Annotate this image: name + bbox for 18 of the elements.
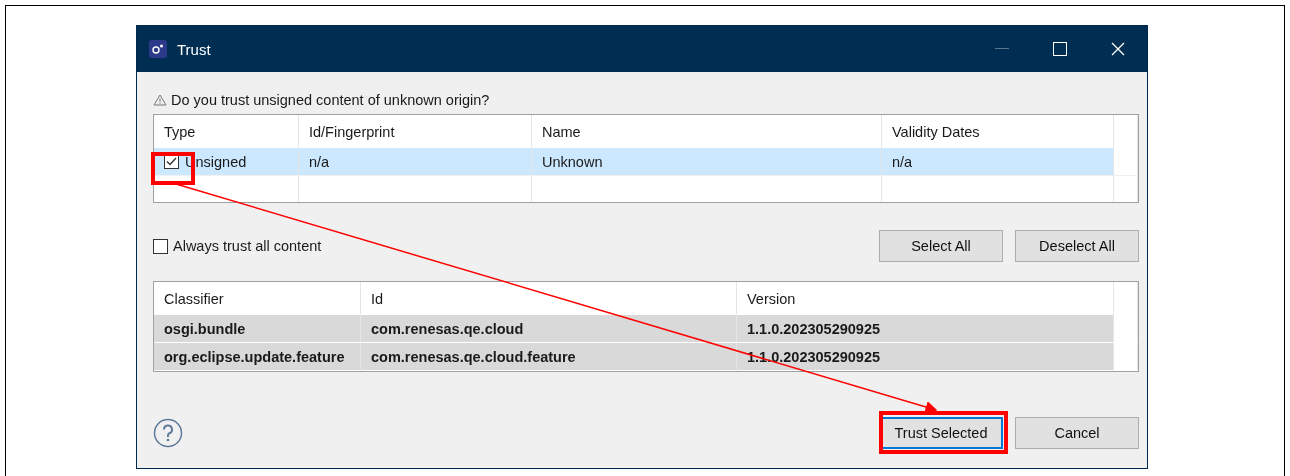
table-cell: n/a: [299, 148, 532, 175]
help-icon[interactable]: [153, 418, 183, 448]
table-cell: 1.1.0.202305290925: [737, 315, 1114, 343]
checkbox[interactable]: [153, 238, 168, 254]
table-cell: n/a: [882, 148, 1114, 175]
table-cell: com.renesas.qe.cloud: [361, 315, 737, 343]
table-cell: Unknown: [532, 148, 882, 175]
select-button[interactable]: Deselect All: [1015, 230, 1139, 262]
window-title: Trust: [177, 40, 212, 58]
table-cell: com.renesas.qe.cloud.feature: [361, 343, 737, 371]
table-cell: osgi.bundle: [154, 315, 361, 343]
checkbox-label[interactable]: Always trust all content: [173, 238, 322, 254]
cancel-button[interactable]: Cancel: [1015, 417, 1139, 449]
select-button[interactable]: Select All: [879, 230, 1003, 262]
trust-question: Do you trust unsigned content of unknown origin?: [171, 92, 490, 108]
table-cell: org.eclipse.update.feature: [154, 343, 361, 371]
warning-icon: [153, 94, 167, 106]
app-logo-icon: [149, 40, 167, 58]
